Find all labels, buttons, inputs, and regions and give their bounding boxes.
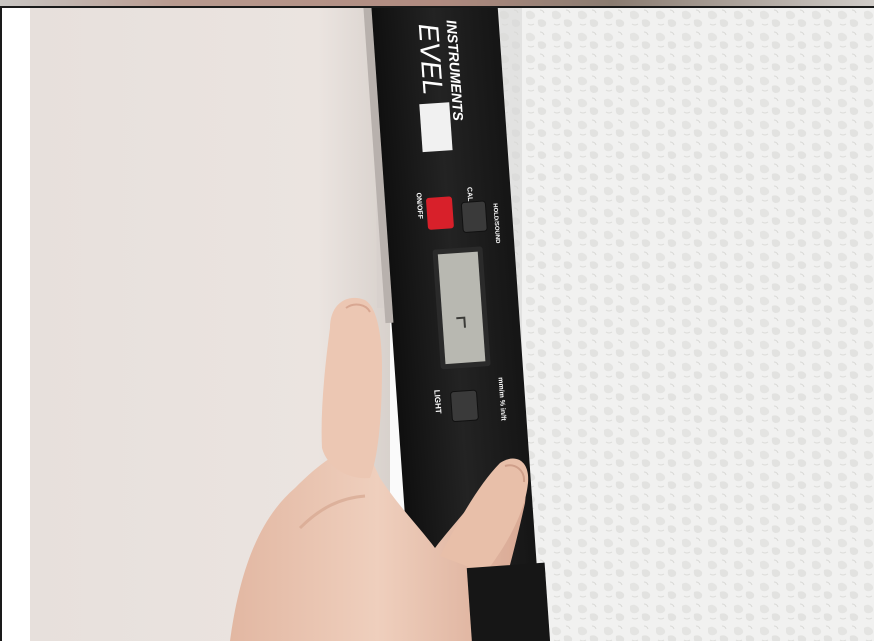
lcd-screen [437,251,486,365]
photo-digital-level-on-wall: INSTRUMENTS EVEL 60 CAL HOLD/SOUND ON/OF… [30,8,874,641]
image-frame: INSTRUMENTS EVEL 60 CAL HOLD/SOUND ON/OF… [0,0,874,641]
left-margin [2,8,30,641]
on-off-button [426,196,454,230]
light-label: LIGHT [432,389,443,414]
wallpaper [500,8,874,641]
level-lower [466,562,551,641]
hold-button [460,200,488,233]
label-patch [419,102,453,153]
cal-label: CAL [465,187,473,203]
light-button [450,389,479,423]
photo-svg: INSTRUMENTS EVEL 60 CAL HOLD/SOUND ON/OF… [30,8,874,641]
index-finger [321,297,382,479]
